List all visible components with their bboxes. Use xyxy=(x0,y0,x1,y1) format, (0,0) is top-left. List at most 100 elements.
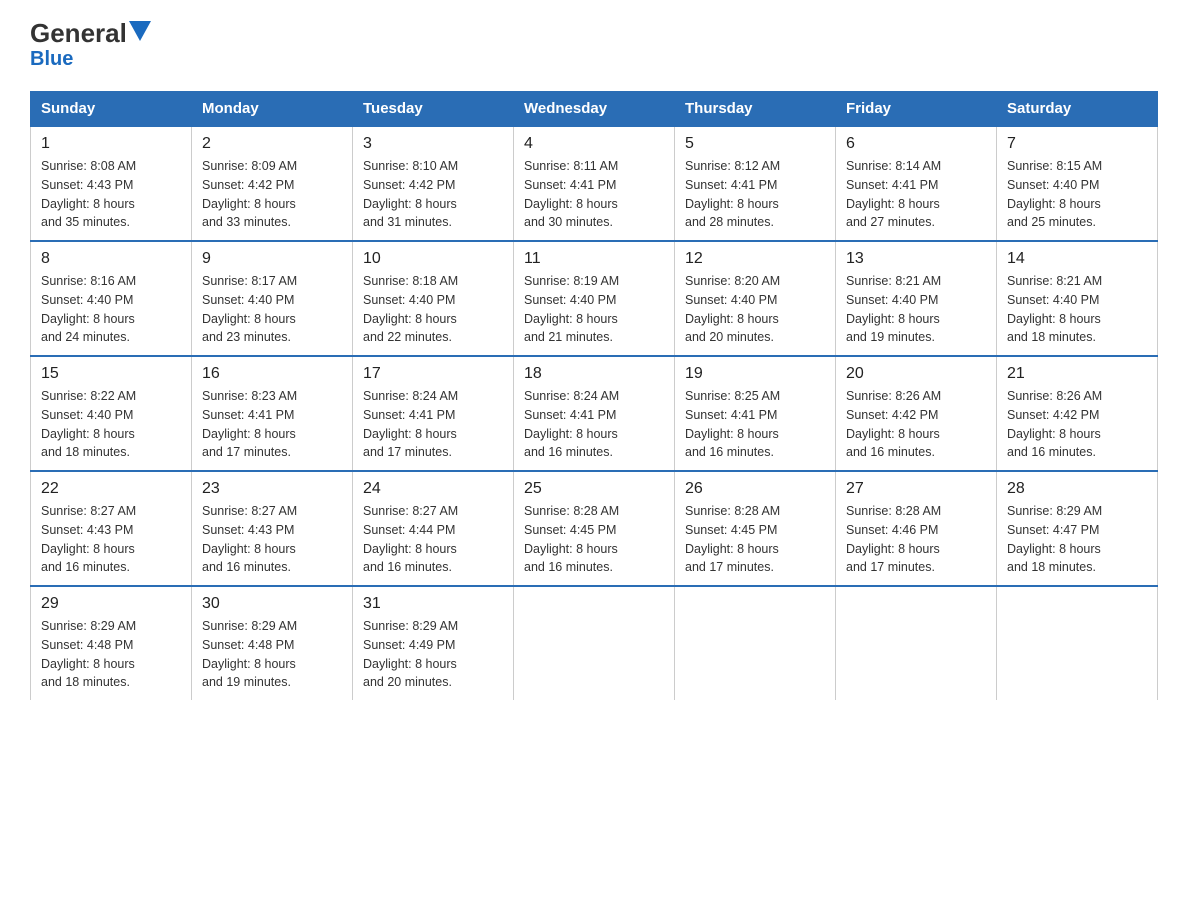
logo-blue: Blue xyxy=(30,48,73,71)
calendar-day-cell: 20 Sunrise: 8:26 AMSunset: 4:42 PMDaylig… xyxy=(836,356,997,471)
calendar-day-cell: 21 Sunrise: 8:26 AMSunset: 4:42 PMDaylig… xyxy=(997,356,1158,471)
day-info: Sunrise: 8:18 AMSunset: 4:40 PMDaylight:… xyxy=(363,272,503,347)
calendar-day-cell xyxy=(675,586,836,700)
day-number: 29 xyxy=(41,595,181,613)
day-number: 30 xyxy=(202,595,342,613)
calendar-day-cell: 7 Sunrise: 8:15 AMSunset: 4:40 PMDayligh… xyxy=(997,126,1158,241)
day-number: 8 xyxy=(41,250,181,268)
day-info: Sunrise: 8:29 AMSunset: 4:47 PMDaylight:… xyxy=(1007,502,1147,577)
header-day-thursday: Thursday xyxy=(675,92,836,127)
calendar-day-cell: 22 Sunrise: 8:27 AMSunset: 4:43 PMDaylig… xyxy=(31,471,192,586)
calendar-day-cell: 25 Sunrise: 8:28 AMSunset: 4:45 PMDaylig… xyxy=(514,471,675,586)
day-info: Sunrise: 8:16 AMSunset: 4:40 PMDaylight:… xyxy=(41,272,181,347)
header-day-saturday: Saturday xyxy=(997,92,1158,127)
day-number: 27 xyxy=(846,480,986,498)
calendar-week-row: 1 Sunrise: 8:08 AMSunset: 4:43 PMDayligh… xyxy=(31,126,1158,241)
logo-triangle-icon xyxy=(129,21,151,41)
calendar-day-cell: 9 Sunrise: 8:17 AMSunset: 4:40 PMDayligh… xyxy=(192,241,353,356)
calendar-day-cell: 16 Sunrise: 8:23 AMSunset: 4:41 PMDaylig… xyxy=(192,356,353,471)
calendar-table: SundayMondayTuesdayWednesdayThursdayFrid… xyxy=(30,91,1158,700)
calendar-day-cell: 31 Sunrise: 8:29 AMSunset: 4:49 PMDaylig… xyxy=(353,586,514,700)
day-number: 21 xyxy=(1007,365,1147,383)
calendar-day-cell: 4 Sunrise: 8:11 AMSunset: 4:41 PMDayligh… xyxy=(514,126,675,241)
page-header: General Blue xyxy=(30,20,1158,71)
calendar-day-cell: 15 Sunrise: 8:22 AMSunset: 4:40 PMDaylig… xyxy=(31,356,192,471)
calendar-day-cell: 3 Sunrise: 8:10 AMSunset: 4:42 PMDayligh… xyxy=(353,126,514,241)
day-info: Sunrise: 8:28 AMSunset: 4:45 PMDaylight:… xyxy=(685,502,825,577)
day-number: 31 xyxy=(363,595,503,613)
day-number: 16 xyxy=(202,365,342,383)
calendar-day-cell: 1 Sunrise: 8:08 AMSunset: 4:43 PMDayligh… xyxy=(31,126,192,241)
header-day-tuesday: Tuesday xyxy=(353,92,514,127)
calendar-day-cell: 24 Sunrise: 8:27 AMSunset: 4:44 PMDaylig… xyxy=(353,471,514,586)
day-number: 9 xyxy=(202,250,342,268)
calendar-day-cell: 27 Sunrise: 8:28 AMSunset: 4:46 PMDaylig… xyxy=(836,471,997,586)
day-number: 19 xyxy=(685,365,825,383)
day-info: Sunrise: 8:19 AMSunset: 4:40 PMDaylight:… xyxy=(524,272,664,347)
day-number: 23 xyxy=(202,480,342,498)
day-info: Sunrise: 8:17 AMSunset: 4:40 PMDaylight:… xyxy=(202,272,342,347)
day-info: Sunrise: 8:27 AMSunset: 4:43 PMDaylight:… xyxy=(41,502,181,577)
calendar-week-row: 8 Sunrise: 8:16 AMSunset: 4:40 PMDayligh… xyxy=(31,241,1158,356)
day-number: 11 xyxy=(524,250,664,268)
day-info: Sunrise: 8:24 AMSunset: 4:41 PMDaylight:… xyxy=(363,387,503,462)
calendar-day-cell: 8 Sunrise: 8:16 AMSunset: 4:40 PMDayligh… xyxy=(31,241,192,356)
day-number: 28 xyxy=(1007,480,1147,498)
calendar-day-cell: 12 Sunrise: 8:20 AMSunset: 4:40 PMDaylig… xyxy=(675,241,836,356)
calendar-day-cell: 10 Sunrise: 8:18 AMSunset: 4:40 PMDaylig… xyxy=(353,241,514,356)
day-info: Sunrise: 8:23 AMSunset: 4:41 PMDaylight:… xyxy=(202,387,342,462)
day-number: 6 xyxy=(846,135,986,153)
header-day-monday: Monday xyxy=(192,92,353,127)
calendar-week-row: 22 Sunrise: 8:27 AMSunset: 4:43 PMDaylig… xyxy=(31,471,1158,586)
calendar-day-cell: 23 Sunrise: 8:27 AMSunset: 4:43 PMDaylig… xyxy=(192,471,353,586)
day-info: Sunrise: 8:09 AMSunset: 4:42 PMDaylight:… xyxy=(202,157,342,232)
day-info: Sunrise: 8:29 AMSunset: 4:48 PMDaylight:… xyxy=(202,617,342,692)
day-info: Sunrise: 8:10 AMSunset: 4:42 PMDaylight:… xyxy=(363,157,503,232)
calendar-day-cell: 6 Sunrise: 8:14 AMSunset: 4:41 PMDayligh… xyxy=(836,126,997,241)
day-info: Sunrise: 8:26 AMSunset: 4:42 PMDaylight:… xyxy=(1007,387,1147,462)
calendar-day-cell: 17 Sunrise: 8:24 AMSunset: 4:41 PMDaylig… xyxy=(353,356,514,471)
day-number: 5 xyxy=(685,135,825,153)
calendar-day-cell: 29 Sunrise: 8:29 AMSunset: 4:48 PMDaylig… xyxy=(31,586,192,700)
calendar-day-cell xyxy=(836,586,997,700)
calendar-day-cell: 30 Sunrise: 8:29 AMSunset: 4:48 PMDaylig… xyxy=(192,586,353,700)
day-number: 12 xyxy=(685,250,825,268)
calendar-day-cell: 2 Sunrise: 8:09 AMSunset: 4:42 PMDayligh… xyxy=(192,126,353,241)
day-number: 10 xyxy=(363,250,503,268)
day-number: 13 xyxy=(846,250,986,268)
day-info: Sunrise: 8:24 AMSunset: 4:41 PMDaylight:… xyxy=(524,387,664,462)
calendar-week-row: 15 Sunrise: 8:22 AMSunset: 4:40 PMDaylig… xyxy=(31,356,1158,471)
day-info: Sunrise: 8:28 AMSunset: 4:46 PMDaylight:… xyxy=(846,502,986,577)
logo-general: General xyxy=(30,20,127,46)
day-info: Sunrise: 8:27 AMSunset: 4:44 PMDaylight:… xyxy=(363,502,503,577)
day-info: Sunrise: 8:29 AMSunset: 4:49 PMDaylight:… xyxy=(363,617,503,692)
day-info: Sunrise: 8:26 AMSunset: 4:42 PMDaylight:… xyxy=(846,387,986,462)
calendar-day-cell xyxy=(514,586,675,700)
day-info: Sunrise: 8:29 AMSunset: 4:48 PMDaylight:… xyxy=(41,617,181,692)
day-number: 1 xyxy=(41,135,181,153)
calendar-day-cell: 11 Sunrise: 8:19 AMSunset: 4:40 PMDaylig… xyxy=(514,241,675,356)
day-info: Sunrise: 8:21 AMSunset: 4:40 PMDaylight:… xyxy=(846,272,986,347)
day-number: 4 xyxy=(524,135,664,153)
calendar-day-cell: 26 Sunrise: 8:28 AMSunset: 4:45 PMDaylig… xyxy=(675,471,836,586)
day-number: 14 xyxy=(1007,250,1147,268)
calendar-week-row: 29 Sunrise: 8:29 AMSunset: 4:48 PMDaylig… xyxy=(31,586,1158,700)
calendar-day-cell: 18 Sunrise: 8:24 AMSunset: 4:41 PMDaylig… xyxy=(514,356,675,471)
calendar-day-cell: 13 Sunrise: 8:21 AMSunset: 4:40 PMDaylig… xyxy=(836,241,997,356)
day-number: 2 xyxy=(202,135,342,153)
day-info: Sunrise: 8:28 AMSunset: 4:45 PMDaylight:… xyxy=(524,502,664,577)
header-day-wednesday: Wednesday xyxy=(514,92,675,127)
day-number: 20 xyxy=(846,365,986,383)
day-number: 15 xyxy=(41,365,181,383)
day-number: 7 xyxy=(1007,135,1147,153)
logo: General Blue xyxy=(30,20,151,71)
day-info: Sunrise: 8:27 AMSunset: 4:43 PMDaylight:… xyxy=(202,502,342,577)
calendar-day-cell: 28 Sunrise: 8:29 AMSunset: 4:47 PMDaylig… xyxy=(997,471,1158,586)
calendar-day-cell: 5 Sunrise: 8:12 AMSunset: 4:41 PMDayligh… xyxy=(675,126,836,241)
day-number: 25 xyxy=(524,480,664,498)
day-info: Sunrise: 8:15 AMSunset: 4:40 PMDaylight:… xyxy=(1007,157,1147,232)
day-number: 18 xyxy=(524,365,664,383)
day-info: Sunrise: 8:11 AMSunset: 4:41 PMDaylight:… xyxy=(524,157,664,232)
day-number: 26 xyxy=(685,480,825,498)
header-day-sunday: Sunday xyxy=(31,92,192,127)
